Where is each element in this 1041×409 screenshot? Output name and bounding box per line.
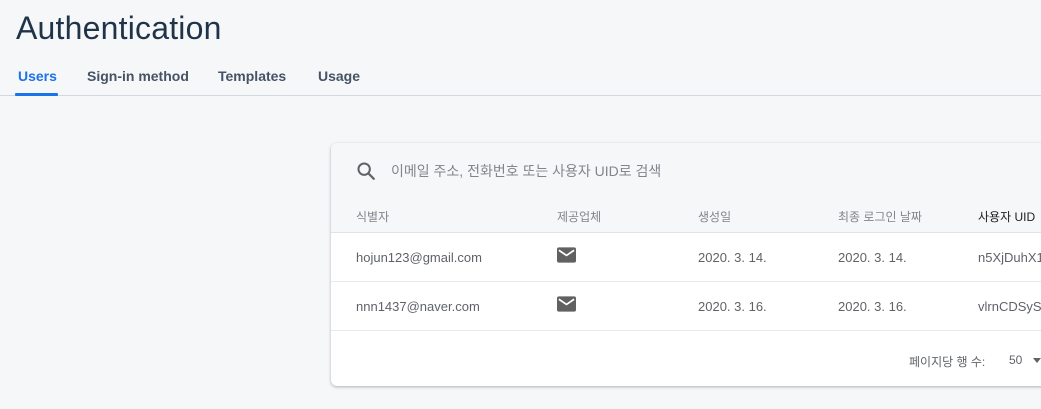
chevron-down-icon	[1033, 358, 1041, 363]
user-uid: n5XjDuhX1	[978, 250, 1041, 265]
user-identifier: hojun123@gmail.com	[356, 250, 482, 265]
rows-per-page-value: 50	[1009, 353, 1023, 367]
table-row[interactable]: hojun123@gmail.com 2020. 3. 14. 2020. 3.…	[331, 233, 1041, 282]
table-row[interactable]: nnn1437@naver.com 2020. 3. 16. 2020. 3. …	[331, 282, 1041, 331]
column-header-identifier[interactable]: 식별자	[356, 208, 389, 225]
user-uid: vlrnCDSySV	[978, 299, 1041, 314]
tab-sign-in-method[interactable]: Sign-in method	[87, 68, 189, 84]
column-header-last-signin[interactable]: 최종 로그인 날짜	[838, 208, 922, 225]
active-tab-indicator	[15, 93, 58, 96]
created-date: 2020. 3. 16.	[698, 299, 767, 314]
created-date: 2020. 3. 14.	[698, 250, 767, 265]
search-input[interactable]	[391, 158, 991, 184]
column-header-uid: 사용자 UID	[978, 210, 1036, 224]
search-bar	[331, 143, 1041, 199]
page-title: Authentication	[16, 10, 222, 46]
mail-icon	[557, 296, 576, 312]
last-signin-date: 2020. 3. 16.	[838, 299, 907, 314]
mail-icon	[557, 247, 576, 263]
users-card: 식별자 제공업체 생성일 최종 로그인 날짜 사용자 UID hojun123@…	[331, 143, 1041, 386]
last-signin-date: 2020. 3. 14.	[838, 250, 907, 265]
tab-users[interactable]: Users	[18, 68, 57, 84]
table-header: 식별자 제공업체 생성일 최종 로그인 날짜 사용자 UID	[331, 199, 1041, 233]
column-header-created[interactable]: 생성일	[698, 208, 731, 225]
tab-usage[interactable]: Usage	[318, 68, 360, 84]
tab-templates[interactable]: Templates	[218, 68, 286, 84]
search-icon	[357, 162, 375, 180]
column-header-provider: 제공업체	[557, 210, 602, 224]
rows-per-page-label: 페이지당 행 수:	[909, 355, 986, 369]
rows-per-page-select[interactable]: 50	[1003, 349, 1041, 371]
table-footer: 페이지당 행 수: 50	[331, 331, 1041, 386]
tab-bar: Users Sign-in method Templates Usage	[0, 56, 1041, 96]
user-identifier: nnn1437@naver.com	[356, 299, 480, 314]
